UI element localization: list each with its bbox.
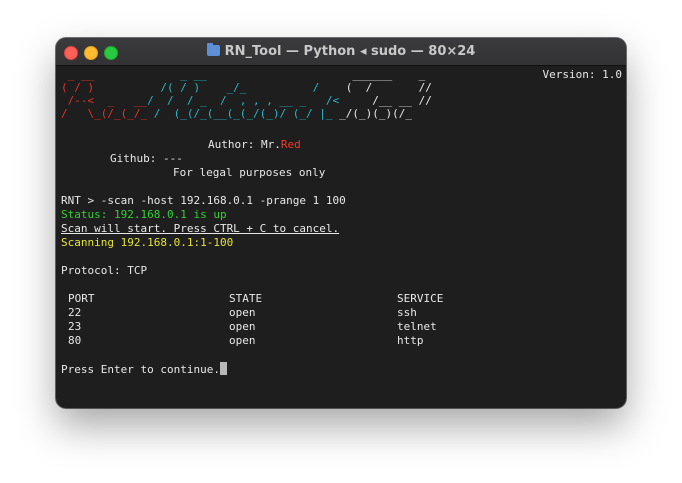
- banner-art-red: / \_(/_(_/_: [61, 107, 154, 120]
- author-name: Red: [280, 138, 301, 151]
- scan-start-line: Scan will start. Press CTRL + C to cance…: [61, 222, 340, 235]
- status-line: Status: 192.168.0.1 is up: [61, 208, 227, 221]
- command-line: RNT > -scan -host 192.168.0.1 -prange 1 …: [61, 194, 346, 207]
- banner-art-cyan: /( / ) _/_ /: [147, 81, 333, 94]
- protocol-line: Protocol: TCP: [61, 264, 148, 277]
- banner-art-white: _/(_)(_)(/_: [339, 107, 413, 120]
- column-header-port: PORT: [68, 292, 95, 305]
- window-title: RN_Tool — Python ◂ sudo — 80×24: [224, 44, 476, 59]
- github-line: Github: ---: [110, 152, 183, 165]
- table-cell-service: ssh: [397, 306, 417, 319]
- text-cursor[interactable]: [219, 362, 227, 375]
- table-cell-state: open: [229, 334, 256, 347]
- banner-art-line: _ __ _ __ ______ _: [61, 68, 426, 82]
- table-cell-state: open: [229, 306, 256, 319]
- terminal-content[interactable]: Version: 1.0 _ __ _ __ ______ _ ( / ) /(…: [61, 68, 622, 408]
- column-header-state: STATE: [229, 292, 263, 305]
- banner-art-line: / \_(/_(_/_ / (_(/_(__(_(_/(_)/ (_/ |_ _…: [61, 107, 412, 121]
- continue-prompt: Press Enter to continue.: [61, 363, 220, 376]
- banner-art-red: ( / ): [61, 81, 148, 94]
- author-prefix: Author: Mr.: [208, 138, 281, 151]
- column-header-service: SERVICE: [397, 292, 444, 305]
- table-cell-port: 22: [68, 306, 82, 319]
- banner-art-white: ( / //: [332, 81, 432, 94]
- author-line: Author: Mr.Red: [208, 138, 301, 152]
- table-cell-port: 80: [68, 334, 82, 347]
- banner-art-white: /__ __ //: [339, 94, 432, 107]
- scanning-line: Scanning 192.168.0.1:1-100: [61, 236, 234, 249]
- version-label: Version: 1.0: [542, 68, 622, 81]
- table-cell-port: 23: [68, 320, 82, 333]
- banner-art-line: /--< _ __/ / / _ / , , , __ _ /< /__ __ …: [61, 94, 432, 108]
- window-title-group: RN_Tool — Python ◂ sudo — 80×24: [56, 43, 626, 59]
- banner-art-cyan: _ __: [153, 68, 333, 81]
- table-cell-service: http: [397, 334, 424, 347]
- banner-art-white: ______ _: [332, 68, 426, 81]
- banner-art-red: /--< _ __: [61, 94, 148, 107]
- banner-art-cyan: / / / _ / , , , __ _ /<: [147, 94, 340, 107]
- banner-art-line: ( / ) /( / ) _/_ / ( / //: [61, 81, 432, 95]
- folder-icon: [206, 43, 220, 56]
- title-bar[interactable]: RN_Tool — Python ◂ sudo — 80×24: [56, 38, 626, 66]
- table-cell-state: open: [229, 320, 256, 333]
- banner-art-red: _ __: [61, 68, 154, 81]
- table-cell-service: telnet: [397, 320, 437, 333]
- continue-prompt-line: Press Enter to continue.: [61, 362, 227, 377]
- terminal-window: RN_Tool — Python ◂ sudo — 80×24 Version:…: [56, 38, 626, 408]
- legal-notice: For legal purposes only: [173, 166, 326, 179]
- banner-art-cyan: / (_(/_(__(_(_/(_)/ (_/ |_: [153, 107, 340, 120]
